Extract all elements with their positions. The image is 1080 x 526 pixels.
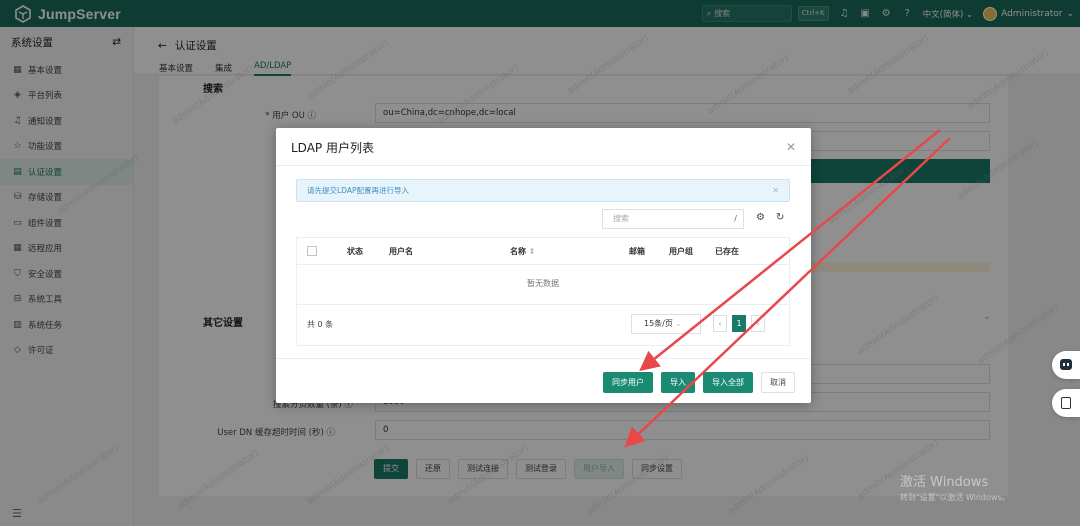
docs-button[interactable] xyxy=(1052,389,1080,417)
annotation-arrows xyxy=(624,129,951,448)
windows-activation-watermark: 激活 Windows 转到"设置"以激活 Windows。 xyxy=(900,471,1010,503)
document-icon xyxy=(1061,397,1071,409)
arrow-to-sync-users xyxy=(639,129,941,372)
robot-icon xyxy=(1060,359,1072,370)
windows-watermark-hint: 转到"设置"以激活 Windows。 xyxy=(900,493,1010,502)
arrow-to-user-import xyxy=(624,137,951,448)
chat-bot-button[interactable] xyxy=(1052,351,1080,379)
windows-watermark-title: 激活 Windows xyxy=(900,475,989,490)
